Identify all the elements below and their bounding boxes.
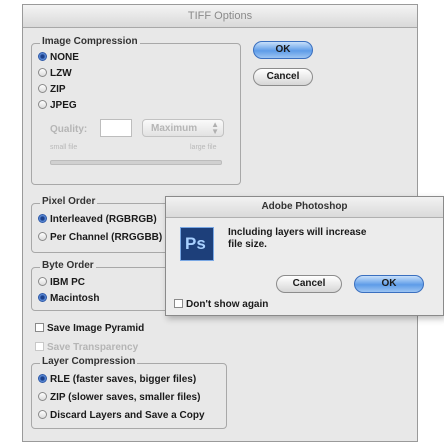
stepper-arrows-icon: ▲ ▼ <box>211 120 219 136</box>
alert-cancel-button[interactable]: Cancel <box>276 275 342 293</box>
photoshop-alert-dialog: Adobe Photoshop Ps Including layers will… <box>165 196 444 316</box>
radio-macintosh[interactable]: Macintosh <box>38 293 99 305</box>
large-file-label: large file <box>190 144 217 151</box>
checkbox-icon <box>35 342 44 351</box>
radio-rle[interactable]: RLE (faster saves, bigger files) <box>38 374 196 386</box>
quality-input[interactable] <box>100 119 132 137</box>
radio-lzw[interactable]: LZW <box>38 68 72 80</box>
radio-selected-icon <box>38 293 47 302</box>
radio-selected-icon <box>38 52 47 61</box>
quality-slider-track[interactable] <box>50 160 222 165</box>
alert-message: Including layers will increase file size… <box>228 227 367 250</box>
radio-discard-layers[interactable]: Discard Layers and Save a Copy <box>38 410 205 422</box>
image-compression-legend: Image Compression <box>40 36 140 47</box>
ok-button[interactable]: OK <box>253 41 313 59</box>
radio-selected-icon <box>38 214 47 223</box>
radio-icon <box>38 100 47 109</box>
radio-icon <box>38 232 47 241</box>
pixel-order-legend: Pixel Order <box>40 196 98 207</box>
checkbox-icon <box>174 299 183 308</box>
dont-show-again-checkbox[interactable]: Don't show again <box>174 299 268 311</box>
radio-icon <box>38 410 47 419</box>
save-transparency-checkbox[interactable]: Save Transparency <box>35 342 138 354</box>
window-title: TIFF Options <box>23 5 417 28</box>
radio-jpeg[interactable]: JPEG <box>38 100 77 112</box>
radio-interleaved[interactable]: Interleaved (RGBRGB) <box>38 214 157 226</box>
byte-order-legend: Byte Order <box>40 260 96 271</box>
quality-select[interactable]: Maximum ▲ ▼ <box>142 119 224 137</box>
radio-zip[interactable]: ZIP <box>38 84 66 96</box>
radio-icon <box>38 68 47 77</box>
radio-layer-zip[interactable]: ZIP (slower saves, smaller files) <box>38 392 200 404</box>
image-compression-group: Image Compression NONE LZW ZIP JPEG Qual… <box>31 36 241 185</box>
alert-title: Adobe Photoshop <box>166 197 443 218</box>
small-file-label: small file <box>50 144 78 151</box>
radio-icon <box>38 277 47 286</box>
radio-ibm-pc[interactable]: IBM PC <box>38 277 85 289</box>
radio-icon <box>38 392 47 401</box>
quality-select-value: Maximum <box>151 123 198 134</box>
checkbox-icon <box>35 323 44 332</box>
layer-compression-legend: Layer Compression <box>40 356 138 367</box>
layer-compression-group: Layer Compression RLE (faster saves, big… <box>31 356 227 429</box>
radio-selected-icon <box>38 374 47 383</box>
cancel-button[interactable]: Cancel <box>253 68 313 86</box>
photoshop-icon-text: Ps <box>185 234 206 253</box>
radio-icon <box>38 84 47 93</box>
radio-per-channel[interactable]: Per Channel (RRGGBB) <box>38 232 162 244</box>
quality-label: Quality: <box>50 124 88 135</box>
radio-none[interactable]: NONE <box>38 52 79 64</box>
photoshop-app-icon: Ps <box>180 227 214 261</box>
save-image-pyramid-checkbox[interactable]: Save Image Pyramid <box>35 323 144 335</box>
alert-ok-button[interactable]: OK <box>354 275 424 293</box>
